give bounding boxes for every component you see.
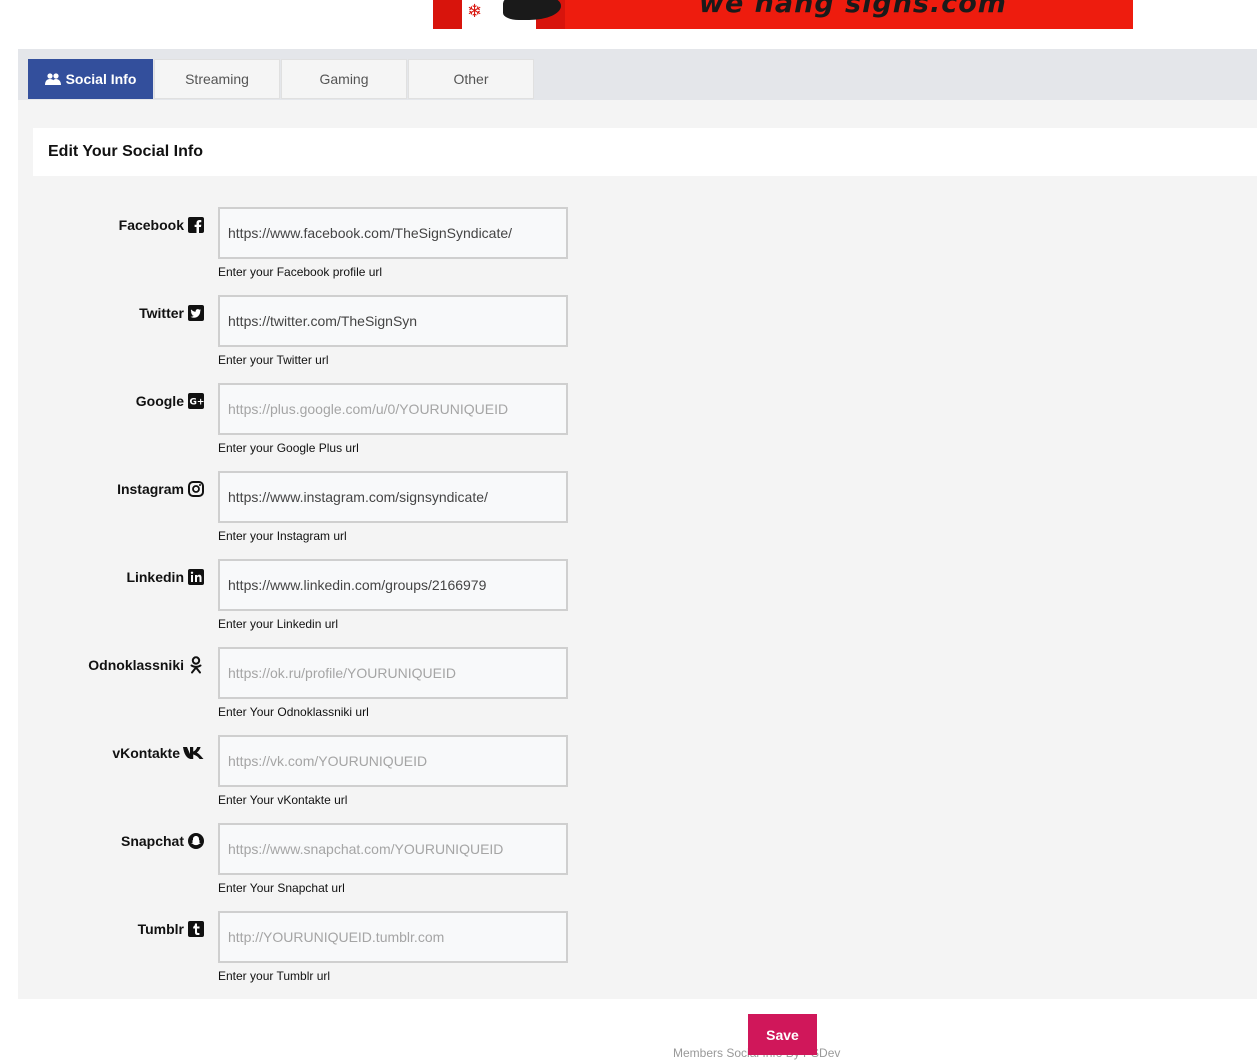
- top-banner-ad[interactable]: ❄ we hang signs.com: [433, 0, 1133, 29]
- svg-text:G+: G+: [189, 397, 204, 407]
- profile-edit-content: Social Info Streaming Gaming Other Edit …: [18, 49, 1257, 999]
- field-label-odnoklassniki: Odnoklassniki: [88, 655, 204, 673]
- field-help-text: Enter your Tumblr url: [218, 969, 331, 983]
- label-text: Google: [135, 392, 184, 409]
- label-text: Facebook: [118, 216, 184, 233]
- field-label-tumblr: Tumblr: [138, 920, 204, 937]
- field-label-facebook: Facebook: [119, 216, 204, 233]
- tab-label: Social Info: [65, 71, 137, 87]
- linkedin-icon: [187, 568, 204, 585]
- canada-flag-graphic: ❄: [433, 0, 565, 29]
- field-row-linkedin: Linkedin Enter your Linkedin url: [18, 559, 618, 647]
- label-text: Twitter: [139, 304, 184, 321]
- users-icon: [44, 72, 62, 86]
- field-help-text: Enter your Instagram url: [218, 529, 347, 543]
- tab-label: Streaming: [185, 71, 249, 87]
- twitter-icon: [187, 304, 204, 321]
- snapchat-url-input[interactable]: [218, 823, 568, 875]
- field-help-text: Enter Your Snapchat url: [218, 881, 345, 895]
- field-row-twitter: Twitter Enter your Twitter url: [18, 295, 618, 383]
- tab-bar: Social Info Streaming Gaming Other: [18, 49, 1257, 100]
- field-help-text: Enter your Google Plus url: [218, 441, 359, 455]
- instagram-url-input[interactable]: [218, 471, 568, 523]
- label-text: Snapchat: [120, 832, 184, 849]
- facebook-icon: [187, 216, 204, 233]
- odnoklassniki-icon: [187, 655, 204, 673]
- field-row-instagram: Instagram Enter your Instagram url: [18, 471, 618, 559]
- vk-icon: [183, 744, 204, 761]
- field-help-text: Enter Your Odnoklassniki url: [218, 705, 369, 719]
- label-text: Odnoklassniki: [88, 656, 184, 673]
- maple-leaf-icon: ❄: [467, 1, 483, 21]
- field-label-vkontakte: vKontakte: [112, 744, 204, 761]
- label-text: Instagram: [117, 480, 184, 497]
- google-plus-icon: G+: [187, 392, 204, 409]
- field-row-snapchat: Snapchat Enter Your Snapchat url: [18, 823, 618, 911]
- field-row-vkontakte: vKontakte Enter Your vKontakte url: [18, 735, 618, 823]
- tab-gaming[interactable]: Gaming: [281, 59, 407, 99]
- tab-streaming[interactable]: Streaming: [154, 59, 280, 99]
- linkedin-url-input[interactable]: [218, 559, 568, 611]
- field-row-google: Google G+ Enter your Google Plus url: [18, 383, 618, 471]
- instagram-icon: [187, 480, 204, 497]
- facebook-url-input[interactable]: [218, 207, 568, 259]
- field-label-snapchat: Snapchat: [121, 832, 204, 849]
- field-help-text: Enter Your vKontakte url: [218, 793, 348, 807]
- tumblr-url-input[interactable]: [218, 911, 568, 963]
- tab-label: Other: [453, 71, 489, 87]
- label-text: vKontakte: [112, 744, 180, 761]
- banner-mascot-graphic: [503, 0, 561, 20]
- field-row-facebook: Facebook Enter your Facebook profile url: [18, 207, 618, 295]
- label-text: Linkedin: [126, 568, 184, 585]
- vkontakte-url-input[interactable]: [218, 735, 568, 787]
- field-help-text: Enter your Facebook profile url: [218, 265, 383, 279]
- field-label-instagram: Instagram: [117, 480, 204, 497]
- odnoklassniki-url-input[interactable]: [218, 647, 568, 699]
- field-label-google: Google G+: [136, 392, 204, 409]
- banner-slogan: we hang signs.com: [699, 0, 1007, 19]
- tumblr-icon: [187, 920, 204, 937]
- tab-social-info[interactable]: Social Info: [28, 59, 153, 99]
- section-title: Edit Your Social Info: [33, 128, 1257, 176]
- field-row-tumblr: Tumblr Enter your Tumblr url: [18, 911, 618, 999]
- twitter-url-input[interactable]: [218, 295, 568, 347]
- tab-other[interactable]: Other: [408, 59, 534, 99]
- field-label-twitter: Twitter: [139, 304, 204, 321]
- label-text: Tumblr: [137, 920, 184, 937]
- field-label-linkedin: Linkedin: [126, 568, 204, 585]
- field-help-text: Enter your Twitter url: [218, 353, 329, 367]
- form-footer: [18, 999, 1257, 1055]
- field-row-odnoklassniki: Odnoklassniki Enter Your Odnoklassniki u…: [18, 647, 618, 735]
- save-button[interactable]: Save: [748, 1014, 817, 1055]
- field-help-text: Enter your Linkedin url: [218, 617, 339, 631]
- tab-label: Gaming: [319, 71, 369, 87]
- google-url-input[interactable]: [218, 383, 568, 435]
- snapchat-icon: [187, 832, 204, 849]
